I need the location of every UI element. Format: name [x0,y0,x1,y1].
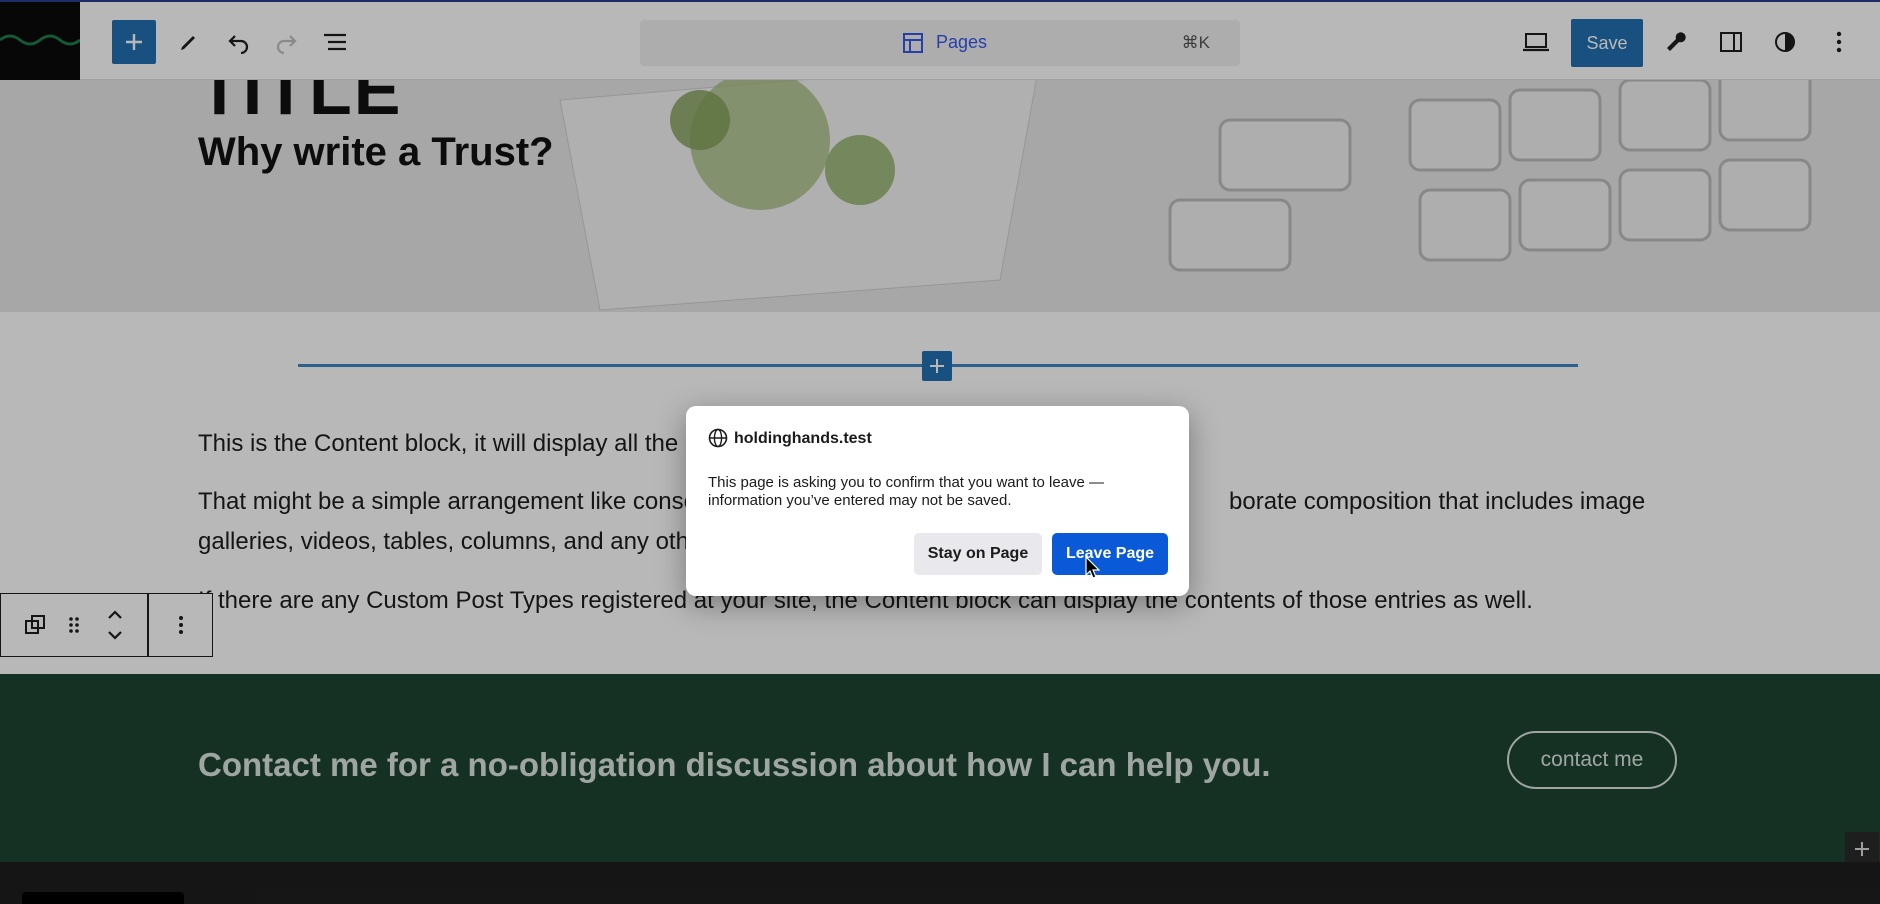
dialog-hostname: holdinghands.test [734,430,872,447]
leave-page-dialog: holdinghands.test This page is asking yo… [686,406,1189,596]
globe-icon [708,428,728,448]
leave-page-button[interactable]: Leave Page [1052,533,1168,575]
dialog-message: This page is asking you to confirm that … [708,474,1105,509]
mouse-cursor-icon [1085,556,1101,579]
stay-on-page-button[interactable]: Stay on Page [914,533,1042,575]
